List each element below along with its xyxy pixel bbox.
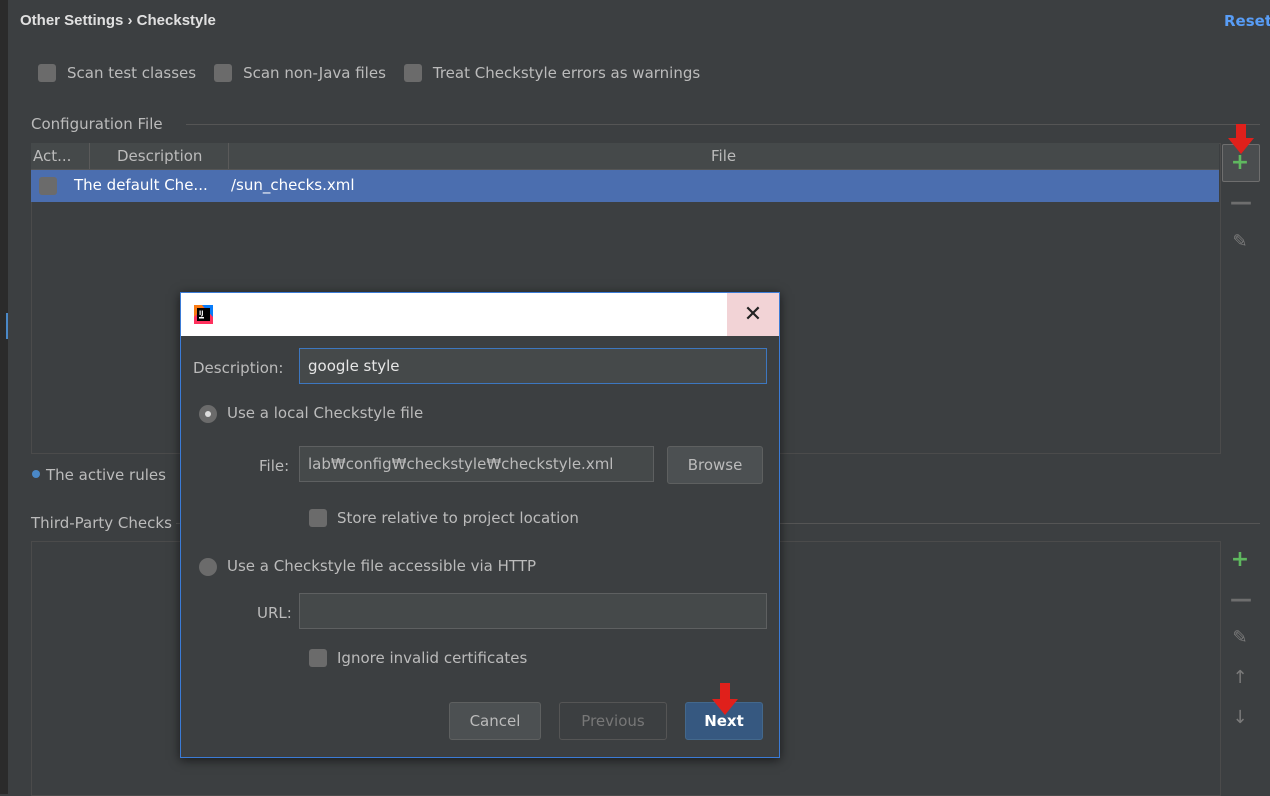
pencil-icon[interactable]: ✎ (1230, 232, 1250, 252)
ignore-certs-label: Ignore invalid certificates (337, 649, 528, 667)
table-row[interactable]: The default Che... /sun_checks.xml (31, 170, 1219, 202)
plus-icon[interactable]: + (1230, 549, 1250, 571)
url-label: URL: (257, 604, 292, 622)
previous-button[interactable]: Previous (559, 702, 667, 740)
minus-icon[interactable]: — (1230, 589, 1252, 611)
active-rules-text: The active rules (46, 466, 166, 484)
pencil-icon[interactable]: ✎ (1230, 628, 1250, 648)
scan-test-classes-label: Scan test classes (67, 64, 197, 82)
config-table-header: Act... Description File (31, 143, 1219, 170)
scan-non-java-checkbox[interactable] (214, 64, 233, 82)
config-section-label: Configuration File (31, 115, 163, 133)
local-file-radio[interactable] (199, 405, 217, 423)
info-icon (32, 470, 40, 478)
treat-errors-label: Treat Checkstyle errors as warnings (432, 64, 701, 82)
file-label: File: (259, 457, 290, 475)
cancel-button[interactable]: Cancel (449, 702, 541, 740)
red-arrow-icon (1228, 124, 1254, 154)
scan-test-classes-checkbox[interactable] (38, 64, 56, 82)
local-file-label: Use a local Checkstyle file (227, 404, 424, 422)
left-strip (0, 0, 8, 794)
row-active-checkbox[interactable] (39, 177, 57, 195)
col-active[interactable]: Act... (33, 147, 71, 165)
store-relative-label: Store relative to project location (337, 509, 579, 527)
third-party-label: Third-Party Checks (31, 514, 172, 532)
description-input[interactable]: google style (299, 348, 767, 384)
scroll-marker (6, 313, 8, 339)
treat-errors-checkbox[interactable] (403, 64, 422, 82)
http-file-radio[interactable] (199, 558, 217, 576)
scan-non-java-option[interactable]: Scan non-Java files (214, 64, 386, 82)
treat-errors-option[interactable]: Treat Checkstyle errors as warnings (403, 64, 701, 82)
plus-icon[interactable]: + (1230, 152, 1250, 174)
ignore-certs-checkbox[interactable] (309, 649, 327, 667)
svg-text:IJ: IJ (199, 310, 203, 317)
config-section-divider (186, 124, 1260, 125)
red-arrow-icon (712, 683, 738, 715)
scan-non-java-label: Scan non-Java files (243, 64, 386, 82)
minus-icon[interactable]: — (1230, 192, 1252, 214)
reset-link[interactable]: Reset (1224, 12, 1270, 30)
browse-button[interactable]: Browse (667, 446, 763, 484)
row-description: The default Che... (74, 176, 208, 194)
description-label: Description: (193, 359, 284, 377)
add-config-dialog: IJ ✕ Description: google style Use a loc… (180, 292, 780, 758)
options-row: Scan test classes Scan non-Java files Tr… (38, 64, 718, 82)
col-divider (89, 143, 90, 169)
store-relative-checkbox[interactable] (309, 509, 327, 527)
breadcrumb: Other Settings › Checkstyle (20, 12, 216, 29)
col-divider (228, 143, 229, 169)
url-input[interactable] (299, 593, 767, 629)
arrow-down-icon[interactable]: ↓ (1230, 708, 1250, 728)
arrow-up-icon[interactable]: ↑ (1230, 668, 1250, 688)
scan-test-classes-option[interactable]: Scan test classes (38, 64, 196, 82)
file-path-input[interactable]: lab₩config₩checkstyle₩checkstyle.xml (299, 446, 654, 482)
dialog-titlebar: IJ ✕ (181, 293, 779, 336)
col-description[interactable]: Description (117, 147, 202, 165)
col-file[interactable]: File (711, 147, 736, 165)
intellij-icon: IJ (194, 305, 213, 324)
close-icon[interactable]: ✕ (727, 293, 779, 336)
row-file: /sun_checks.xml (231, 176, 355, 194)
http-file-label: Use a Checkstyle file accessible via HTT… (227, 557, 537, 575)
